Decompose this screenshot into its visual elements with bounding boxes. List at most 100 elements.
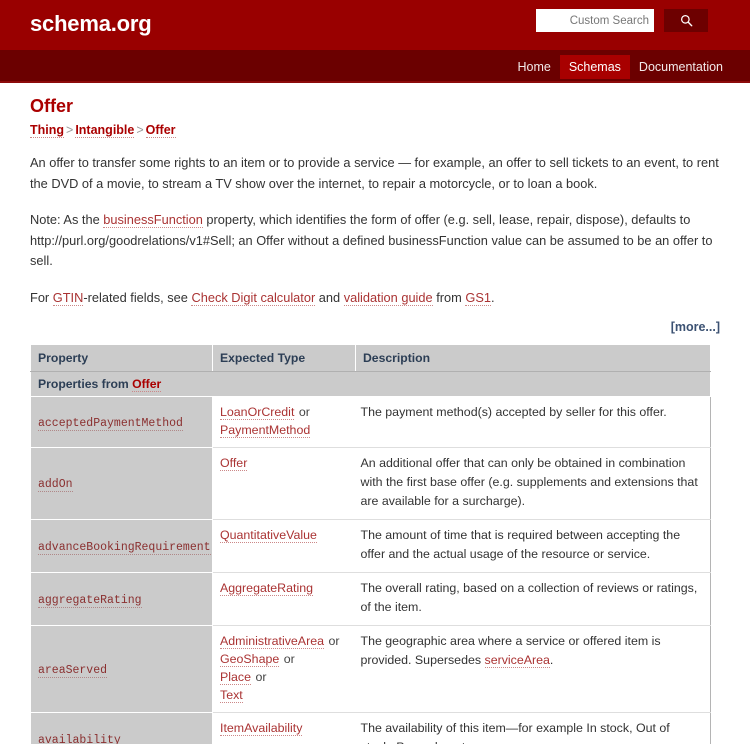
group-row-prefix: Properties from (38, 377, 133, 391)
description-text: An additional offer that can only be obt… (360, 456, 698, 508)
site-logo[interactable]: schema.org (30, 9, 152, 39)
table-head: Property Expected Type Description (30, 344, 711, 372)
search-area (536, 9, 708, 32)
breadcrumb-separator: > (66, 123, 74, 137)
description-cell: The availability of this item—for exampl… (355, 712, 711, 744)
expected-type-line: AdministrativeArea or (220, 632, 349, 650)
description-paragraph-2: Note: As the businessFunction property, … (30, 210, 720, 272)
property-cell: advanceBookingRequirement (30, 519, 213, 573)
property-cell: addOn (30, 447, 213, 520)
table-row: areaServed AdministrativeArea or GeoShape … (30, 625, 711, 713)
expected-type-line: GeoShape or (220, 650, 349, 668)
expected-type-cell: AggregateRating (212, 572, 356, 626)
nav-item-documentation[interactable]: Documentation (630, 55, 732, 79)
nav-item-schemas[interactable]: Schemas (559, 54, 630, 79)
gtin-text-2: -related fields, see (83, 289, 192, 305)
expected-type-line: Text (220, 686, 349, 704)
expected-type-or: or (255, 670, 267, 684)
breadcrumb-separator: > (136, 123, 144, 137)
description-cell: The overall rating, based on a collectio… (355, 572, 711, 626)
description-paragraph-1: An offer to transfer some rights to an i… (30, 155, 719, 191)
page-root: schema.org Home Schemas Documentation Of… (0, 0, 750, 744)
column-header-expected-type: Expected Type (212, 344, 356, 372)
table-row: advanceBookingRequirement QuantitativeVal… (30, 519, 711, 573)
search-input[interactable] (536, 9, 654, 32)
description-text: The overall rating, based on a collectio… (360, 581, 698, 614)
search-button[interactable] (664, 9, 708, 32)
expected-type-link[interactable]: ItemAvailability (220, 721, 303, 736)
more-link[interactable]: [more...] (671, 320, 720, 334)
property-link[interactable]: areaServed (38, 663, 108, 678)
expected-type-link[interactable]: PaymentMethod (220, 423, 311, 438)
description-cell: The payment method(s) accepted by seller… (355, 396, 711, 448)
expected-type-cell: Offer (212, 447, 356, 520)
expected-type-link[interactable]: Offer (220, 456, 248, 471)
table-row: aggregateRating AggregateRating The overal… (30, 572, 711, 626)
property-link[interactable]: aggregateRating (38, 593, 142, 608)
expected-type-cell: QuantitativeValue (212, 519, 356, 573)
note-text-before: Note: As the (30, 212, 104, 227)
property-link[interactable]: addOn (38, 478, 73, 492)
link-validation-guide[interactable]: validation guide (343, 289, 433, 306)
property-link[interactable]: advanceBookingRequirement (38, 540, 211, 555)
expected-type-line: QuantitativeValue (220, 526, 349, 544)
expected-type-cell: AdministrativeArea or GeoShape or Place or… (212, 625, 356, 713)
column-header-description: Description (355, 344, 711, 372)
expected-type-link[interactable]: AggregateRating (220, 581, 313, 596)
property-cell: acceptedPaymentMethod (30, 396, 213, 448)
breadcrumb-item-thing[interactable]: Thing (30, 123, 65, 138)
search-icon (680, 14, 693, 27)
property-cell: availability (30, 712, 213, 744)
expected-type-link[interactable]: LoanOrCredit (220, 405, 295, 420)
gtin-text-4: from (432, 289, 466, 305)
main-nav: Home Schemas Documentation (0, 50, 750, 83)
expected-type-line: ItemAvailability (220, 719, 349, 737)
breadcrumb-item-intangible[interactable]: Intangible (75, 123, 135, 138)
table-group-row: Properties from Offer (30, 371, 711, 397)
nav-item-list: Home Schemas Documentation (508, 50, 732, 83)
expected-type-line: PaymentMethod (220, 421, 349, 439)
group-row-type-link[interactable]: Offer (132, 377, 162, 392)
expected-type-cell: LoanOrCredit or PaymentMethod (212, 396, 356, 448)
table-header-row: Property Expected Type Description (30, 344, 711, 372)
expected-type-line: LoanOrCredit or (220, 403, 349, 421)
expected-type-or: or (328, 634, 340, 648)
expected-type-line: Offer (220, 454, 349, 472)
column-header-property: Property (30, 344, 213, 372)
link-gs1[interactable]: GS1 (465, 289, 491, 306)
breadcrumb: Thing > Intangible > Offer (30, 121, 720, 139)
property-cell: aggregateRating (30, 572, 213, 626)
more-row: [more...] (30, 318, 720, 336)
description-cell: An additional offer that can only be obt… (355, 447, 711, 520)
description-cell: The amount of time that is required betw… (355, 519, 711, 573)
link-business-function[interactable]: businessFunction (103, 212, 203, 228)
table-row: addOn Offer An additional offer that can o… (30, 447, 711, 520)
description-cell: The geographic area where a service or o… (355, 625, 711, 713)
description-text-tail: . (549, 653, 554, 667)
expected-type-line: AggregateRating (220, 579, 349, 597)
expected-type-link[interactable]: QuantitativeValue (220, 528, 317, 543)
nav-item-home[interactable]: Home (508, 55, 559, 79)
main-content: Offer Thing > Intangible > Offer An offer to… (0, 83, 750, 744)
property-table: Property Expected Type Description Prope… (30, 344, 711, 744)
expected-type-link[interactable]: Place (220, 670, 251, 685)
site-banner: schema.org (0, 0, 750, 50)
expected-type-link[interactable]: Text (220, 688, 243, 703)
description-link[interactable]: serviceArea (484, 653, 550, 668)
link-check-digit-calculator[interactable]: Check Digit calculator (191, 289, 316, 306)
table-row: acceptedPaymentMethod LoanOrCredit or Paym… (30, 396, 711, 448)
expected-type-cell: ItemAvailability (212, 712, 356, 744)
page-title: Offer (30, 96, 74, 116)
expected-type-or: or (283, 652, 295, 666)
expected-type-link[interactable]: GeoShape (220, 652, 280, 667)
expected-type-link[interactable]: AdministrativeArea (220, 634, 324, 649)
property-link[interactable]: availability (38, 733, 121, 744)
group-row-cell: Properties from Offer (30, 371, 711, 397)
link-gtin[interactable]: GTIN (52, 289, 84, 306)
breadcrumb-item-offer[interactable]: Offer (145, 123, 176, 138)
gtin-text-1: For (30, 289, 53, 305)
gtin-text-5: . (490, 289, 495, 305)
expected-type-line: Place or (220, 668, 349, 686)
gtin-text-3: and (315, 289, 344, 305)
property-link[interactable]: acceptedPaymentMethod (38, 416, 183, 431)
